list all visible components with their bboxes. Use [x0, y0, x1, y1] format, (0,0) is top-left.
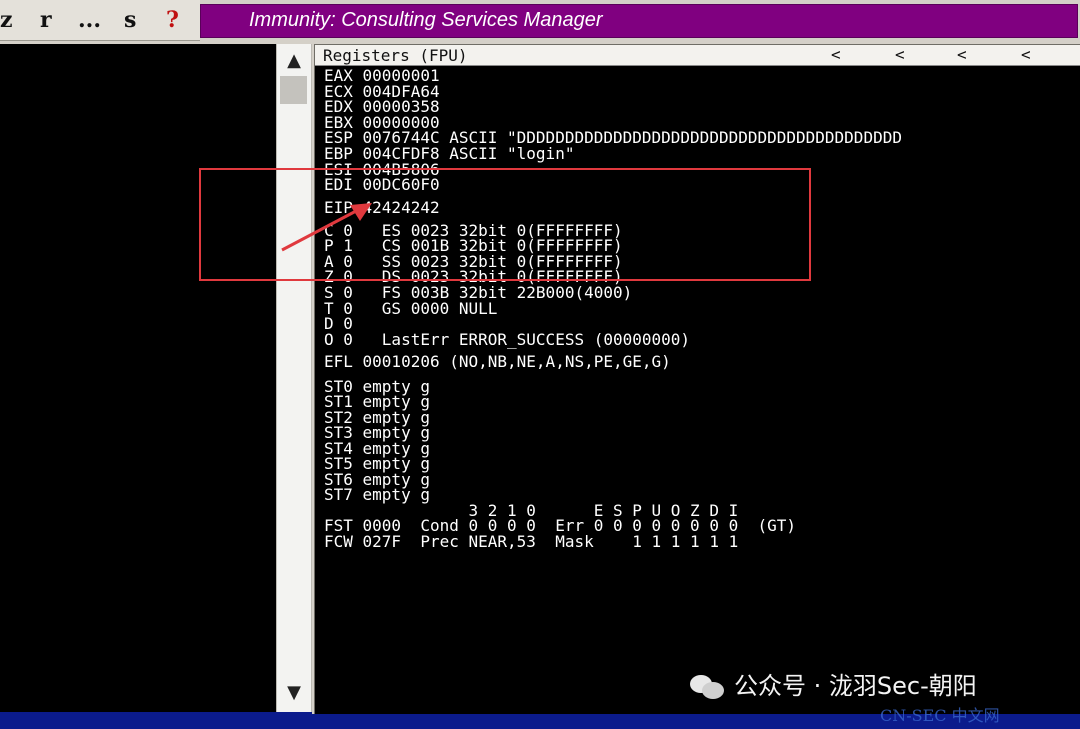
efl-line[interactable]: EFL 00010206 (NO,NB,NE,A,NS,PE,GE,G): [324, 354, 671, 370]
watermark-sub: CN-SEC 中文网: [880, 706, 1000, 725]
toolbar-button-more[interactable]: ...: [78, 6, 101, 34]
watermark: 公众号 · 泷羽Sec-朝阳: [690, 668, 977, 704]
toolbar-button-s[interactable]: s: [124, 6, 136, 34]
wechat-icon: [690, 673, 724, 701]
annotation-arrow-icon: [281, 203, 372, 252]
registers-header[interactable]: Registers (FPU) < < < <: [315, 45, 1080, 66]
registers-title: Registers (FPU): [323, 46, 468, 65]
scroll-up-icon[interactable]: ▲: [277, 46, 311, 76]
window-title: Immunity: Consulting Services Manager: [249, 9, 603, 31]
registers-pane[interactable]: Registers (FPU) < < < < EAX 00000001 ECX…: [314, 44, 1080, 716]
fcw-line[interactable]: FCW 027F Prec NEAR,53 Mask 1 1 1 1 1 1: [324, 534, 738, 550]
registers-body[interactable]: EAX 00000001 ECX 004DFA64 EDX 00000358 E…: [315, 66, 1080, 715]
window-title-bar[interactable]: Immunity: Consulting Services Manager: [200, 4, 1078, 38]
watermark-text: 公众号 · 泷羽Sec-朝阳: [734, 672, 977, 700]
header-arrow-2[interactable]: <: [895, 45, 905, 64]
debugger-toolbar: z r ... s ?: [0, 0, 200, 41]
vertical-scrollbar[interactable]: ▲ ▼: [276, 44, 312, 712]
header-arrow-1[interactable]: <: [831, 45, 841, 64]
header-arrow-4[interactable]: <: [1021, 45, 1031, 64]
header-arrow-3[interactable]: <: [957, 45, 967, 64]
help-icon[interactable]: ?: [166, 6, 179, 34]
scroll-thumb[interactable]: [280, 76, 307, 104]
toolbar-button-z[interactable]: z: [0, 6, 13, 34]
lasterr-line[interactable]: O 0 LastErr ERROR_SUCCESS (00000000): [324, 332, 690, 348]
cpu-pane[interactable]: [0, 44, 276, 712]
scroll-down-icon[interactable]: ▼: [277, 678, 311, 708]
toolbar-button-r[interactable]: r: [40, 6, 52, 34]
